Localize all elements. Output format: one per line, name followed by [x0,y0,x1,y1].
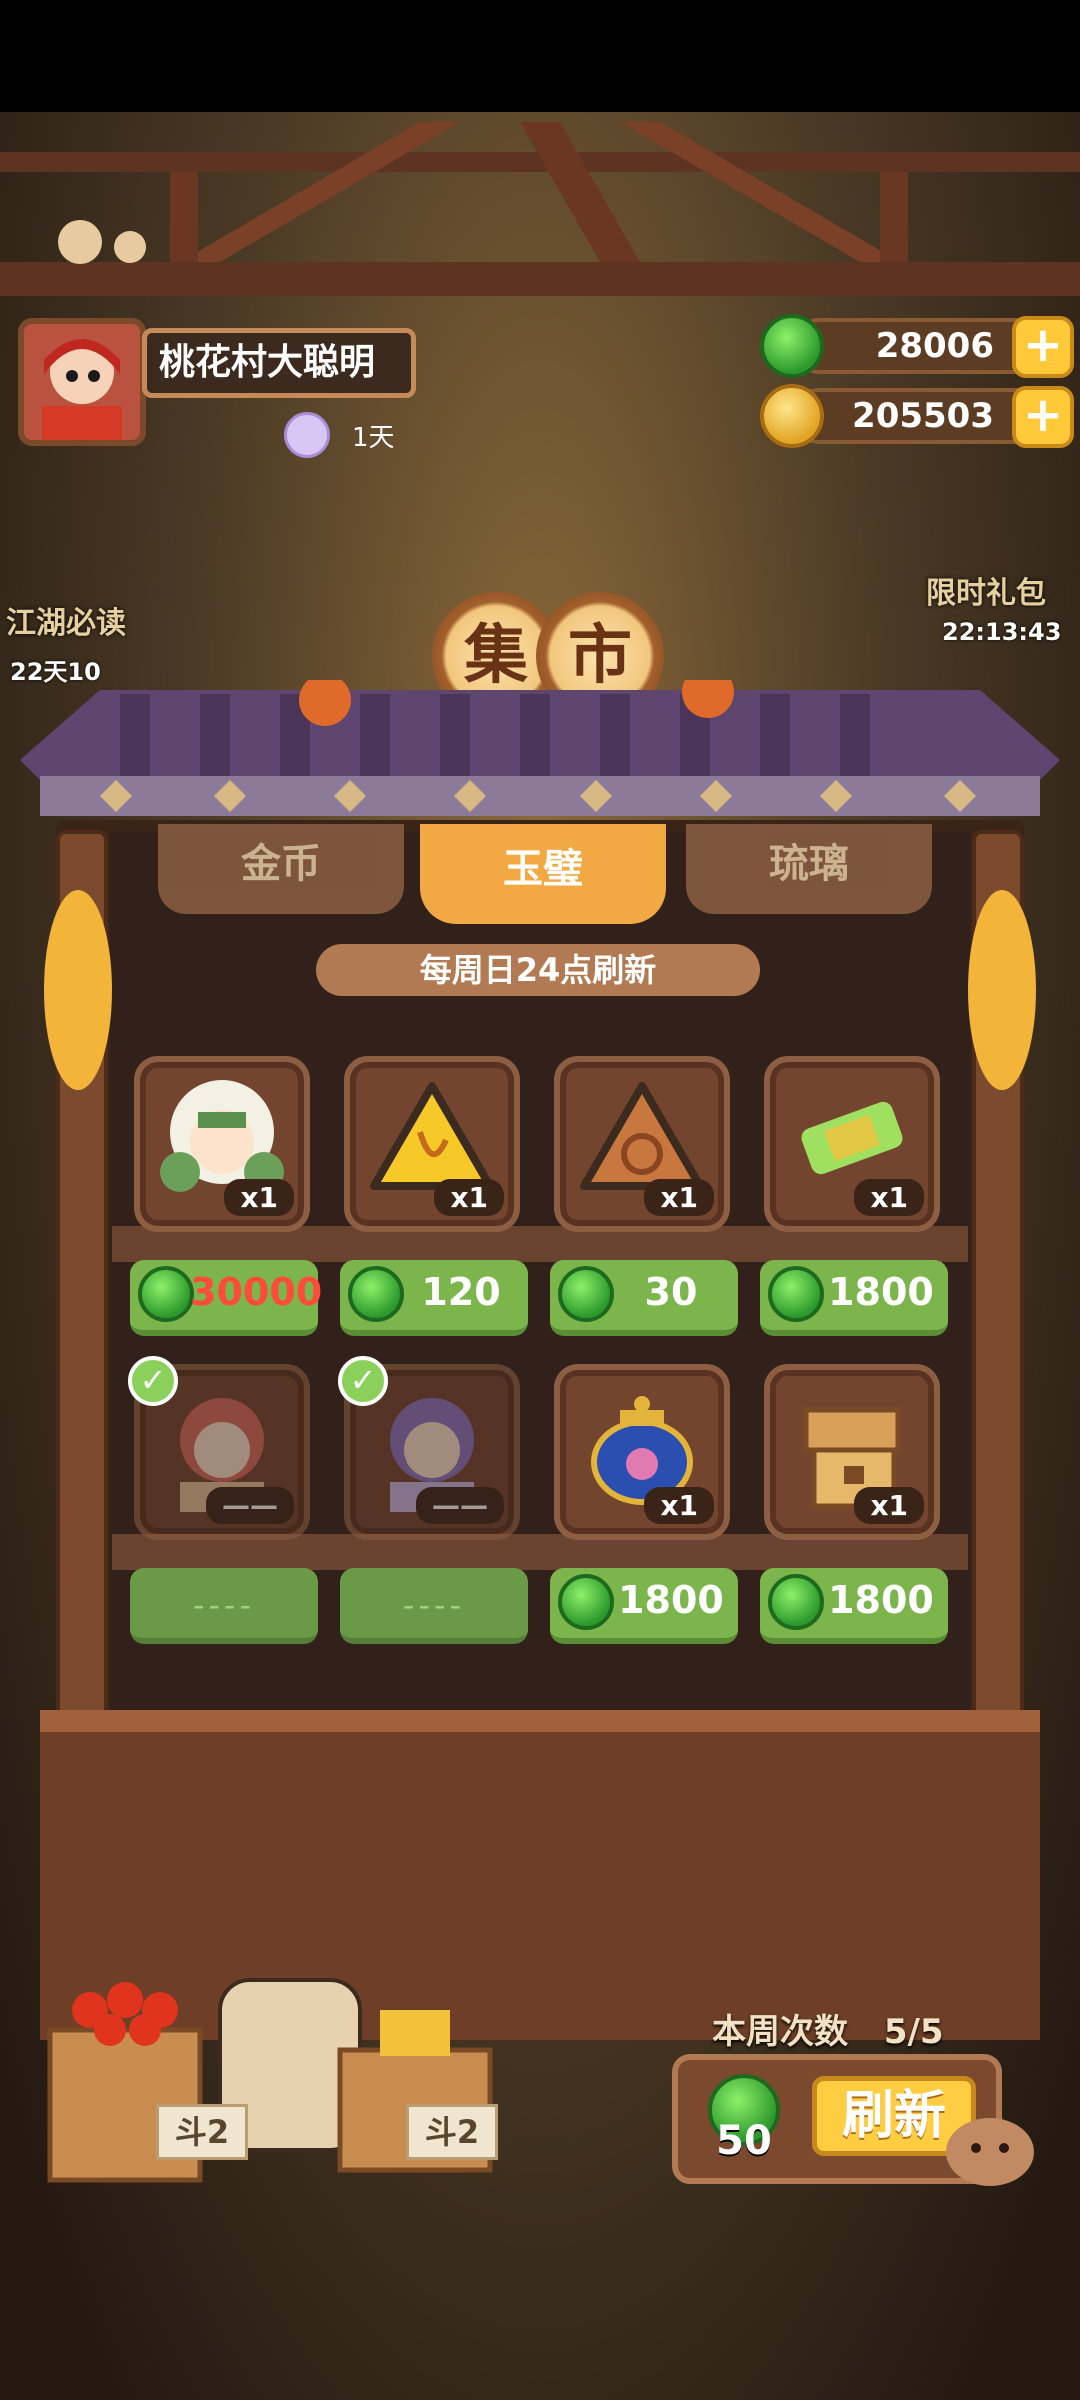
weekly-value: 5/5 [883,2012,944,2052]
price-value: 1800 [828,1578,934,1622]
jade-icon [138,1266,194,1322]
price-value: 1800 [828,1270,934,1314]
price-value: 120 [421,1270,501,1314]
price-placeholder: ---- [402,1586,466,1624]
corn-left-decoration [44,890,112,1090]
price-button[interactable]: 120 [340,1260,528,1336]
player-name: 桃花村大聪明 [142,328,416,398]
status-bar [0,0,1080,112]
days-text: 1天 [352,423,395,453]
weekly-count: 本周次数 5/5 [712,2004,944,2053]
jade-currency: 28006 + [760,314,1074,378]
item-slot[interactable]: x1 [764,1364,940,1540]
item-qty: x1 [644,1179,714,1216]
tab-glass[interactable]: 琉璃 [686,824,932,914]
price-button[interactable]: 30 [550,1260,738,1336]
jade-icon [760,314,824,378]
item-slot[interactable]: x1 [554,1056,730,1232]
price-value: 1800 [618,1578,724,1622]
add-coin-button[interactable]: + [1012,386,1074,448]
coin-value: 205503 [852,396,994,436]
price-button[interactable]: 1800 [550,1568,738,1644]
price-button-sold: ---- [130,1568,318,1644]
price-placeholder: ---- [192,1586,256,1624]
refresh-note: 每周日24点刷新 [316,944,760,996]
price-button[interactable]: 30000 [130,1260,323,1336]
item-qty: —— [206,1487,294,1524]
item-slot[interactable]: x1 [344,1056,520,1232]
tab-jade[interactable]: 玉璧 [420,824,666,924]
weekly-label: 本周次数 [712,2012,848,2052]
sold-check-icon: ✓ [338,1356,388,1406]
jade-icon [768,1574,824,1630]
item-slot[interactable]: x1 [764,1056,940,1232]
item-qty: —— [416,1487,504,1524]
crate-tag-left: 斗2 [156,2104,248,2160]
price-button[interactable]: 1800 [760,1568,948,1644]
jade-icon [558,1574,614,1630]
days-badge-icon [284,412,330,458]
coin-currency: 205503 + [760,384,1074,448]
jade-icon [558,1266,614,1322]
player-avatar[interactable] [18,318,146,446]
refresh-cost: 50 [716,2118,772,2164]
awning [20,680,1060,816]
side-right-timer: 22:13:43 [942,618,1062,646]
coin-icon [760,384,824,448]
item-qty: x1 [854,1179,924,1216]
jade-value: 28006 [875,326,994,366]
side-right-label[interactable]: 限时礼包 [926,568,1046,612]
mascot-pet-icon [946,2118,1034,2186]
price-value: 30 [644,1270,698,1314]
jade-icon [768,1266,824,1322]
side-left-label[interactable]: 江湖必读 [6,598,126,642]
corn-right-decoration [968,890,1036,1090]
tab-gold[interactable]: 金币 [158,824,404,914]
add-jade-button[interactable]: + [1012,316,1074,378]
item-qty: x1 [224,1179,294,1216]
price-value: 30000 [190,1270,323,1314]
item-qty: x1 [644,1487,714,1524]
sold-check-icon: ✓ [128,1356,178,1406]
crate-tag-right: 斗2 [406,2104,498,2160]
roof-beams [0,122,1080,296]
price-button-sold: ---- [340,1568,528,1644]
item-qty: x1 [434,1179,504,1216]
jade-icon [348,1266,404,1322]
item-qty: x1 [854,1487,924,1524]
item-slot[interactable]: x1 [554,1364,730,1540]
item-slot[interactable]: x1 [134,1056,310,1232]
price-button[interactable]: 1800 [760,1260,948,1336]
